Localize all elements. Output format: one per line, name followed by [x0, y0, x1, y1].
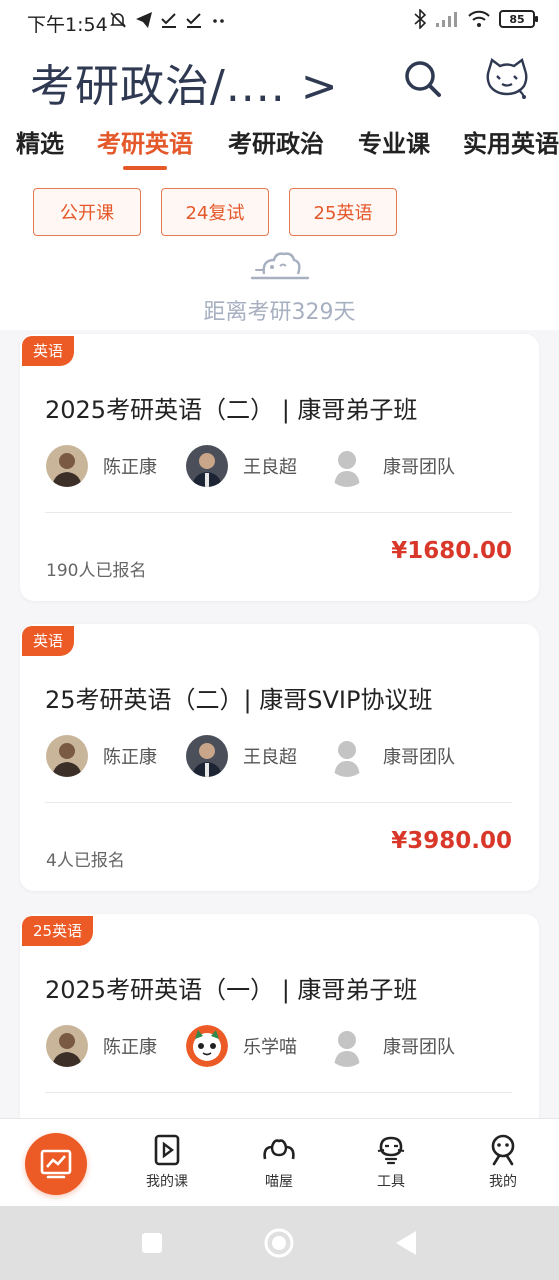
- tab-major-course[interactable]: 专业课: [358, 124, 430, 159]
- signal-icon: [436, 12, 457, 27]
- teacher-item: 康哥团队: [326, 733, 455, 779]
- teacher-name: 康哥团队: [383, 747, 455, 768]
- default-avatar-icon: [326, 1025, 368, 1067]
- search-icon[interactable]: [402, 58, 442, 98]
- bottom-nav: 我的课 喵屋 工具 我的: [0, 1118, 559, 1206]
- teacher-avatar: [46, 1025, 88, 1067]
- course-price: ¥1680.00: [391, 538, 512, 564]
- check-list-icon: [161, 13, 176, 28]
- course-tag: 英语: [22, 626, 75, 656]
- teacher-name: 康哥团队: [383, 457, 455, 478]
- status-bar: 下午1:54 85: [0, 0, 559, 42]
- teacher-name: 陈正康: [103, 1037, 157, 1058]
- course-title: 2025考研英语（一） | 康哥弟子班: [45, 976, 418, 1004]
- card-divider: [45, 512, 512, 513]
- course-title: 25考研英语（二）| 康哥SVIP协议班: [45, 686, 433, 714]
- teacher-item: 乐学喵: [186, 1023, 297, 1069]
- course-price: ¥3980.00: [391, 828, 512, 854]
- course-title: 2025考研英语（二） | 康哥弟子班: [45, 396, 418, 424]
- teacher-avatar: [46, 735, 88, 777]
- status-notifications: [108, 10, 228, 30]
- category-tabs: 精选 考研英语 考研政治 专业课 实用英语: [0, 120, 559, 170]
- nav-label: 工具: [377, 1174, 405, 1190]
- wifi-icon: [468, 10, 490, 27]
- enrolled-count: 4人已报名: [46, 851, 125, 871]
- more-dots-icon: [213, 19, 224, 23]
- teacher-avatar: [46, 445, 88, 487]
- status-time: 下午1:54: [27, 14, 108, 36]
- cat-mascot-avatar: [186, 1025, 228, 1067]
- app-screen: 下午1:54 85 考研政治/.... > 精选 考研英语 考研政治 专业课 实…: [0, 0, 559, 1206]
- battery-icon: 85: [499, 10, 538, 28]
- course-card[interactable]: 英语 2025考研英语（二） | 康哥弟子班 陈正康 王良超 康哥团队 190人…: [20, 334, 539, 601]
- teacher-item: 康哥团队: [326, 443, 455, 489]
- home-circle-icon[interactable]: [264, 1228, 294, 1258]
- teacher-item: 陈正康: [46, 733, 157, 779]
- teacher-avatar: [186, 735, 228, 777]
- teacher-name: 康哥团队: [383, 1037, 455, 1058]
- tab-featured[interactable]: 精选: [16, 124, 64, 159]
- nav-cat-house[interactable]: 喵屋: [244, 1133, 314, 1203]
- nav-label: 喵屋: [265, 1174, 293, 1190]
- trend-board-icon: [40, 1149, 72, 1179]
- enrolled-count: 190人已报名: [46, 561, 147, 581]
- tool-cat-icon: [377, 1136, 405, 1165]
- play-book-icon: [154, 1134, 180, 1166]
- teacher-name: 王良超: [243, 747, 297, 768]
- teacher-name: 乐学喵: [243, 1037, 297, 1058]
- profile-icon: [491, 1134, 515, 1166]
- check-list-icon-2: [186, 13, 201, 28]
- cat-service-icon[interactable]: [484, 56, 530, 100]
- back-triangle-icon[interactable]: [394, 1230, 418, 1256]
- tab-kaoyan-english[interactable]: 考研英语: [97, 124, 193, 159]
- teacher-name: 陈正康: [103, 457, 157, 478]
- tab-practical-english[interactable]: 实用英语: [463, 124, 559, 159]
- default-avatar-icon: [326, 445, 368, 487]
- bluetooth-icon: [414, 9, 427, 29]
- tab-kaoyan-politics[interactable]: 考研政治: [228, 124, 324, 159]
- exam-countdown: 距离考研329天: [203, 300, 356, 325]
- nav-label: 我的: [489, 1174, 517, 1190]
- teacher-item: 陈正康: [46, 1023, 157, 1069]
- active-tab-indicator: [123, 166, 167, 170]
- cat-ears-icon: [263, 1139, 295, 1160]
- teacher-name: 陈正康: [103, 747, 157, 768]
- chip-25-english[interactable]: 25英语: [289, 188, 397, 236]
- course-tag: 25英语: [22, 916, 94, 946]
- page-title-selector[interactable]: 考研政治/.... >: [30, 50, 339, 114]
- card-divider: [45, 802, 512, 803]
- teacher-item: 王良超: [186, 443, 297, 489]
- teacher-item: 王良超: [186, 733, 297, 779]
- teacher-item: 康哥团队: [326, 1023, 455, 1069]
- teacher-item: 陈正康: [46, 443, 157, 489]
- card-divider: [45, 1092, 512, 1093]
- default-avatar-icon: [326, 735, 368, 777]
- system-nav-bar: [0, 1206, 559, 1280]
- course-tag: 英语: [22, 336, 75, 366]
- teacher-avatar: [186, 445, 228, 487]
- nav-my-courses[interactable]: 我的课: [132, 1133, 202, 1203]
- status-system: 85: [413, 9, 538, 29]
- home-button[interactable]: [25, 1133, 87, 1195]
- teacher-name: 王良超: [243, 457, 297, 478]
- telegram-icon: [136, 12, 152, 28]
- chip-open-course[interactable]: 公开课: [33, 188, 141, 236]
- mute-bell-icon: [110, 12, 126, 28]
- nav-profile[interactable]: 我的: [468, 1133, 538, 1203]
- course-card[interactable]: 英语 25考研英语（二）| 康哥SVIP协议班 陈正康 王良超 康哥团队 4人已…: [20, 624, 539, 891]
- nav-tools[interactable]: 工具: [356, 1133, 426, 1203]
- nav-label: 我的课: [146, 1174, 188, 1190]
- chip-24-retest[interactable]: 24复试: [161, 188, 269, 236]
- cat-peek-icon: [250, 252, 310, 280]
- recents-button-icon[interactable]: [141, 1232, 163, 1254]
